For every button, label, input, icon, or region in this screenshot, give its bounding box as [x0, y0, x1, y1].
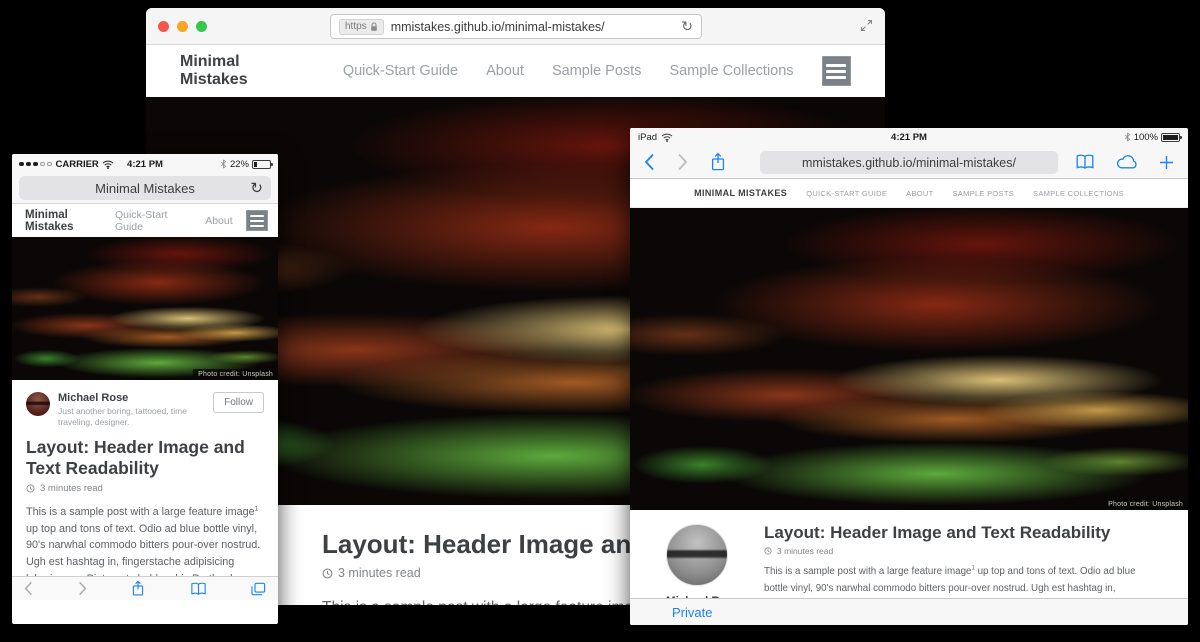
nav-link-quick-start[interactable]: Quick-Start Guide	[806, 189, 887, 198]
author-bio: Just another boring, tattooed, time trav…	[58, 406, 205, 428]
nav-link-about[interactable]: About	[906, 189, 933, 198]
nav-link-about[interactable]: About	[486, 63, 524, 79]
share-icon[interactable]	[710, 152, 726, 172]
safari-bottom-toolbar	[12, 576, 278, 600]
browser-title-bar: https mmistakes.github.io/minimal-mistak…	[146, 8, 885, 45]
article-iphone: Michael Rose Just another boring, tattoo…	[12, 380, 278, 600]
photo-credit: Photo credit: Unsplash	[193, 369, 278, 380]
nav-link-quick-start[interactable]: Quick-Start Guide	[115, 209, 192, 233]
clock-icon	[322, 568, 333, 579]
avatar	[26, 392, 50, 416]
zoom-window-button[interactable]	[196, 21, 207, 32]
forward-icon[interactable]	[677, 153, 688, 171]
menu-toggle-button[interactable]	[822, 56, 851, 86]
read-time-label: 3 minutes read	[338, 566, 421, 580]
clock-icon	[764, 547, 772, 555]
ipad-url-text: mmistakes.github.io/minimal-mistakes/	[802, 156, 1016, 170]
read-time-label: 3 minutes read	[40, 483, 103, 494]
address-bar[interactable]: https mmistakes.github.io/minimal-mistak…	[330, 14, 702, 39]
reload-icon[interactable]: ↻	[250, 181, 263, 196]
site-masthead-iphone: Minimal Mistakes Quick-Start Guide About	[12, 204, 278, 237]
ipad-address-bar[interactable]: mmistakes.github.io/minimal-mistakes/	[760, 151, 1058, 174]
follow-button[interactable]: Follow	[213, 392, 264, 413]
read-time: 3 minutes read	[26, 483, 264, 494]
close-window-button[interactable]	[158, 21, 169, 32]
forward-icon[interactable]	[78, 581, 87, 596]
article-title: Layout: Header Image and Text Readabilit…	[26, 437, 264, 479]
ipad-safari-window: iPad 4:21 PM 100%	[630, 128, 1188, 625]
iphone-address-row: Minimal Mistakes ↻	[12, 174, 278, 204]
read-time-label: 3 minutes read	[777, 546, 833, 556]
feature-image: Photo credit: Unsplash	[12, 237, 278, 380]
nav-link-sample-collections[interactable]: Sample Collections	[669, 63, 793, 79]
site-title-link[interactable]: Minimal Mistakes	[694, 188, 787, 198]
nav-link-quick-start[interactable]: Quick-Start Guide	[343, 63, 458, 79]
nav-link-sample-posts[interactable]: Sample Posts	[952, 189, 1014, 198]
read-time: 3 minutes read	[764, 546, 1150, 556]
battery-icon	[252, 160, 271, 169]
avatar	[666, 524, 728, 586]
back-icon[interactable]	[644, 153, 655, 171]
iphone-battery-percent: 22%	[230, 159, 249, 170]
author-row: Michael Rose Just another boring, tattoo…	[26, 392, 264, 428]
iphone-safari-window: CARRIER 4:21 PM 22% Minimal Mistakes ↻	[12, 154, 278, 624]
lock-icon	[370, 22, 378, 32]
private-browsing-bar: Private	[630, 598, 1188, 625]
composite-stage: https mmistakes.github.io/minimal-mistak…	[0, 0, 1200, 642]
feature-image: Photo credit: Unsplash	[630, 208, 1188, 510]
bluetooth-icon	[1124, 132, 1131, 142]
minimize-window-button[interactable]	[177, 21, 188, 32]
iphone-status-bar: CARRIER 4:21 PM 22%	[12, 154, 278, 174]
reload-icon[interactable]: ↻	[681, 20, 693, 34]
page-title: Minimal Mistakes	[95, 181, 195, 196]
bookmarks-icon[interactable]	[190, 582, 207, 596]
ipad-clock: 4:21 PM	[630, 132, 1188, 143]
site-masthead-ipad: Minimal Mistakes Quick-Start Guide About…	[630, 179, 1188, 208]
https-badge: https	[339, 19, 384, 35]
battery-icon	[1161, 133, 1180, 142]
ipad-status-bar: iPad 4:21 PM 100%	[630, 128, 1188, 146]
tabs-icon[interactable]	[251, 582, 266, 596]
new-tab-icon[interactable]	[1159, 155, 1174, 170]
nav-link-sample-collections[interactable]: Sample Collections	[1033, 189, 1124, 198]
safari-toolbar: mmistakes.github.io/minimal-mistakes/	[630, 146, 1188, 179]
site-title-link[interactable]: Minimal Mistakes	[25, 209, 115, 233]
share-icon[interactable]	[131, 580, 145, 597]
private-button[interactable]: Private	[672, 605, 712, 620]
nav-link-about[interactable]: About	[205, 215, 232, 227]
menu-toggle-button[interactable]	[246, 210, 268, 231]
author-sidebar: Michael Rose Just another boring, tattoo…	[630, 510, 764, 598]
nav-link-sample-posts[interactable]: Sample Posts	[552, 63, 641, 79]
author-name: Michael Rose	[58, 392, 205, 406]
icloud-tabs-icon[interactable]	[1115, 154, 1139, 170]
site-title-link[interactable]: Minimal Mistakes	[180, 53, 293, 89]
bluetooth-icon	[220, 159, 227, 169]
article-paragraph: This is a sample post with a large featu…	[764, 564, 1150, 598]
site-masthead-desktop: Minimal Mistakes Quick-Start Guide About…	[146, 45, 885, 97]
iphone-address-bar[interactable]: Minimal Mistakes ↻	[19, 176, 271, 200]
clock-icon	[26, 484, 35, 493]
back-icon[interactable]	[24, 581, 33, 596]
article-title: Layout: Header Image and Text Readabilit…	[764, 523, 1150, 543]
photo-credit: Photo credit: Unsplash	[1103, 499, 1188, 510]
reading-list-icon[interactable]	[1075, 154, 1095, 170]
url-text: mmistakes.github.io/minimal-mistakes/	[391, 20, 675, 34]
https-label: https	[345, 21, 367, 32]
ipad-battery-percent: 100%	[1134, 132, 1158, 143]
window-controls	[158, 21, 207, 32]
fullscreen-icon[interactable]	[860, 19, 873, 32]
article-ipad: Michael Rose Just another boring, tattoo…	[630, 510, 1188, 598]
